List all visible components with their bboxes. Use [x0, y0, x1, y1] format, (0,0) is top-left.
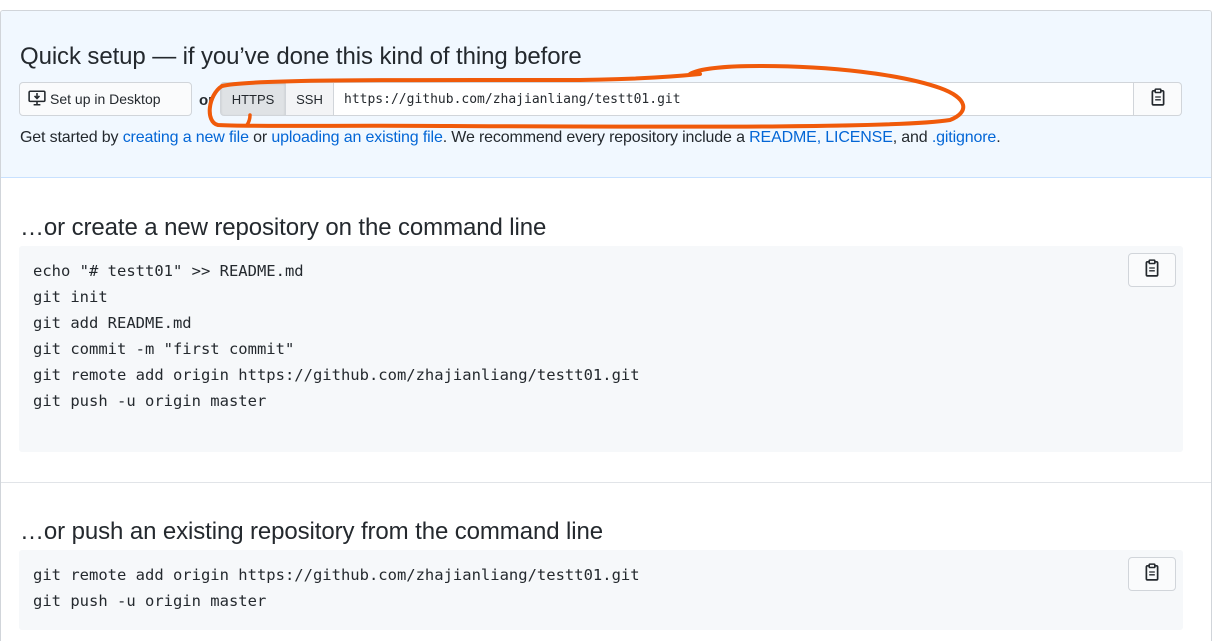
- code-line: git commit -m "first commit": [33, 340, 295, 358]
- or-separator: or: [199, 92, 214, 109]
- setup-in-desktop-label: Set up in Desktop: [50, 91, 161, 107]
- push-existing-heading: …or push an existing repository from the…: [20, 518, 603, 545]
- uploading-existing-file-link[interactable]: uploading an existing file: [271, 129, 442, 146]
- code-line: git push -u origin master: [33, 592, 267, 610]
- clone-url-group: HTTPS SSH: [220, 82, 1182, 116]
- create-repo-code-block: echo "# testt01" >> README.md git init git…: [19, 246, 1183, 452]
- license-link[interactable]: LICENSE: [825, 129, 893, 146]
- desktop-download-icon: [28, 89, 50, 110]
- gitignore-link[interactable]: .gitignore: [932, 129, 996, 146]
- code-line: git init: [33, 288, 108, 306]
- copy-url-button[interactable]: [1134, 82, 1182, 116]
- help-text-part: Get started by: [20, 129, 123, 146]
- quick-setup-heading: Quick setup — if you’ve done this kind o…: [20, 43, 582, 70]
- clippy-icon: [1150, 87, 1166, 111]
- code-line: git add README.md: [33, 314, 192, 332]
- copy-create-commands-button[interactable]: [1128, 253, 1176, 287]
- https-toggle-button[interactable]: HTTPS: [220, 82, 286, 116]
- readme-link[interactable]: README: [749, 129, 817, 146]
- get-started-help-text: Get started by creating a new file or up…: [20, 129, 1001, 147]
- copy-push-commands-button[interactable]: [1128, 557, 1176, 591]
- code-line: echo "# testt01" >> README.md: [33, 262, 304, 280]
- create-repo-heading: …or create a new repository on the comma…: [20, 214, 547, 241]
- help-text-part: .: [996, 129, 1001, 146]
- setup-in-desktop-button[interactable]: Set up in Desktop: [19, 82, 192, 116]
- ssh-toggle-button[interactable]: SSH: [286, 82, 334, 116]
- push-existing-section: …or push an existing repository from the…: [1, 483, 1211, 641]
- clippy-icon: [1144, 562, 1160, 586]
- code-line: git remote add origin https://github.com…: [33, 366, 640, 384]
- clone-url-input[interactable]: [334, 82, 1134, 116]
- code-line: git remote add origin https://github.com…: [33, 566, 640, 584]
- help-text-part: , and: [892, 129, 932, 146]
- help-text-comma: ,: [816, 129, 826, 146]
- page: Quick setup — if you’ve done this kind o…: [0, 0, 1222, 641]
- creating-new-file-link[interactable]: creating a new file: [123, 129, 249, 146]
- create-repo-section: …or create a new repository on the comma…: [1, 178, 1211, 483]
- code-line: git push -u origin master: [33, 392, 267, 410]
- push-existing-code-block: git remote add origin https://github.com…: [19, 550, 1183, 630]
- help-text-part: . We recommend every repository include …: [442, 129, 750, 146]
- quick-setup-section: Quick setup — if you’ve done this kind o…: [1, 11, 1211, 178]
- help-text-part: or: [248, 129, 272, 146]
- clippy-icon: [1144, 258, 1160, 282]
- repo-setup-box: Quick setup — if you’ve done this kind o…: [0, 10, 1212, 641]
